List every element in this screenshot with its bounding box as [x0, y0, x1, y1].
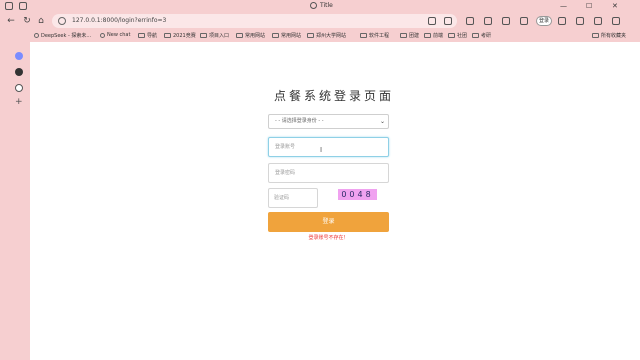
- folder-icon: [400, 33, 407, 38]
- bookmarks-bar: DeepSeek - 探索未... New chat 导航 2021竞赛 项目入…: [0, 30, 640, 42]
- close-icon[interactable]: ✕: [612, 1, 618, 11]
- folder-icon: [307, 33, 314, 38]
- favorite-star-icon[interactable]: [444, 17, 452, 25]
- bookmark-label: 团建: [409, 33, 420, 39]
- bookmark-new-chat[interactable]: New chat: [100, 32, 130, 38]
- home-icon[interactable]: ⌂: [36, 15, 46, 27]
- bookmark-label: 考研: [481, 33, 492, 39]
- copilot-icon[interactable]: [558, 17, 566, 25]
- edge-copilot-icon[interactable]: [612, 17, 620, 25]
- site-info-icon[interactable]: [58, 17, 66, 25]
- add-sidebar-icon[interactable]: +: [15, 97, 23, 107]
- globe-sidebar-icon[interactable]: [15, 84, 23, 92]
- password-input[interactable]: 登录密码: [268, 163, 389, 183]
- captcha-input[interactable]: 验证码: [268, 188, 318, 208]
- bookmark-folder[interactable]: 导航: [138, 32, 157, 39]
- settings-more-icon[interactable]: [594, 17, 602, 25]
- error-message: 登录账号不存在！: [308, 235, 349, 241]
- tab-title: Title: [320, 2, 333, 9]
- extensions-icon[interactable]: [484, 17, 492, 25]
- bookmark-label: 导航: [147, 33, 158, 39]
- bookmark-label: New chat: [107, 32, 131, 38]
- folder-icon: [472, 33, 479, 38]
- bookmark-folder[interactable]: 项目入口: [200, 32, 229, 39]
- read-aloud-icon[interactable]: [428, 17, 436, 25]
- sidebar: +: [0, 42, 30, 360]
- folder-icon: [272, 33, 279, 38]
- back-icon[interactable]: ←: [6, 15, 16, 27]
- text-cursor-icon: I: [320, 146, 323, 154]
- folder-icon: [200, 33, 207, 38]
- bookmark-label: DeepSeek - 探索未...: [41, 33, 92, 39]
- nav-bar: ← ↻ ⌂ 127.0.0.1:8000/login?errinfo=3 登录: [0, 12, 640, 30]
- bookmark-label: 郑州大学网站: [316, 33, 347, 39]
- bookmark-other[interactable]: 所有收藏夹: [592, 32, 626, 39]
- bookmark-label: 常用网站: [281, 33, 302, 39]
- bookmark-folder[interactable]: 常用网站: [272, 32, 301, 39]
- downloads-icon[interactable]: [576, 17, 584, 25]
- folder-icon: [592, 33, 599, 38]
- bookmark-folder[interactable]: 社团: [448, 32, 467, 39]
- login-button[interactable]: 登录: [268, 212, 389, 232]
- bookmark-deepseek[interactable]: DeepSeek - 探索未...: [34, 32, 91, 39]
- chevron-down-icon: ⌄: [379, 118, 385, 125]
- profile-button[interactable]: 登录: [536, 16, 552, 26]
- folder-icon: [164, 33, 171, 38]
- page-content: 点餐系统登录页面 - - 请选择登录身份 - - ⌄ 登录账号 I 登录密码 验…: [30, 42, 640, 360]
- role-select-value: - - 请选择登录身份 - -: [275, 118, 324, 124]
- tab-actions-icon[interactable]: [19, 2, 27, 10]
- folder-icon: [448, 33, 455, 38]
- role-select[interactable]: - - 请选择登录身份 - - ⌄: [268, 114, 389, 129]
- bookmark-folder[interactable]: 常用网站: [236, 32, 265, 39]
- bookmark-label: 软件工程: [369, 33, 390, 39]
- folder-icon: [360, 33, 367, 38]
- bookmark-label: 所有收藏夹: [601, 33, 627, 39]
- bookmark-folder[interactable]: 2021竞赛: [164, 32, 196, 39]
- globe-icon: [310, 2, 317, 9]
- folder-icon: [236, 33, 243, 38]
- tab[interactable]: Title: [310, 2, 333, 9]
- bookmark-label: 社团: [457, 33, 468, 39]
- bookmark-label: 项目入口: [209, 33, 230, 39]
- account-input[interactable]: 登录账号: [268, 137, 389, 157]
- address-bar[interactable]: 127.0.0.1:8000/login?errinfo=3: [52, 14, 457, 28]
- chat-icon: [100, 32, 105, 38]
- bookmark-folder[interactable]: 郑州大学网站: [307, 32, 346, 39]
- minimize-icon[interactable]: —: [560, 1, 567, 11]
- title-bar: Title — ☐ ✕: [0, 0, 640, 12]
- bookmark-folder[interactable]: 软件工程: [360, 32, 389, 39]
- collections-icon[interactable]: [520, 17, 528, 25]
- maximize-icon[interactable]: ☐: [586, 1, 592, 11]
- folder-icon: [138, 33, 145, 38]
- refresh-icon[interactable]: ↻: [22, 15, 32, 27]
- url-text[interactable]: 127.0.0.1:8000/login?errinfo=3: [72, 17, 166, 24]
- page-title: 点餐系统登录页面: [274, 89, 395, 103]
- app-sidebar-icon[interactable]: [15, 68, 23, 76]
- favorites-icon[interactable]: [502, 17, 510, 25]
- deepseek-icon: [34, 33, 39, 38]
- folder-icon: [424, 33, 431, 38]
- bookmark-label: 常用网站: [245, 33, 266, 39]
- bookmark-folder[interactable]: 团建: [400, 32, 419, 39]
- captcha-image[interactable]: 0048: [338, 189, 377, 200]
- workspaces-icon[interactable]: [5, 2, 13, 10]
- bookmark-folder[interactable]: 考研: [472, 32, 491, 39]
- bookmark-folder[interactable]: 前端: [424, 32, 443, 39]
- copilot-sidebar-icon[interactable]: [15, 52, 23, 60]
- bookmark-label: 2021竞赛: [173, 33, 196, 39]
- bookmark-label: 前端: [433, 33, 444, 39]
- split-screen-icon[interactable]: [466, 17, 474, 25]
